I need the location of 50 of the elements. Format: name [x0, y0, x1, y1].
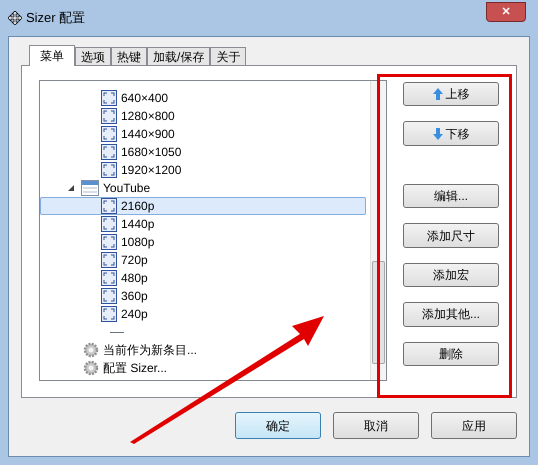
- gear-icon: [83, 342, 99, 358]
- gear-icon: [83, 360, 99, 376]
- window-frame-icon: [101, 90, 117, 106]
- window-frame-icon: [101, 144, 117, 160]
- tree-item[interactable]: 1440×900: [40, 125, 366, 143]
- move-cursor-icon: [8, 11, 22, 25]
- dialog-button[interactable]: 应用: [431, 412, 517, 439]
- window-frame-icon: [101, 306, 117, 322]
- tab[interactable]: 热键: [111, 47, 147, 65]
- tab[interactable]: 关于: [210, 47, 246, 65]
- window-frame-icon: [101, 216, 117, 232]
- window-frame-icon: [101, 234, 117, 250]
- tree-item[interactable]: 当前作为新条目...: [40, 341, 366, 359]
- tree-item[interactable]: 1080p: [40, 233, 366, 251]
- tab[interactable]: 选项: [75, 47, 111, 65]
- dialog-button[interactable]: 确定: [235, 412, 321, 439]
- window-frame-icon: [101, 288, 117, 304]
- tree-item[interactable]: 1680×1050: [40, 143, 366, 161]
- tree-item[interactable]: 1920×1200: [40, 161, 366, 179]
- tree-item[interactable]: 2160p: [40, 197, 366, 215]
- window-frame-icon: [101, 162, 117, 178]
- tree-item[interactable]: 1440p: [40, 215, 366, 233]
- tree-item[interactable]: 240p: [40, 305, 366, 323]
- window-title: Sizer 配置: [26, 9, 86, 28]
- window-frame-icon: [101, 198, 117, 214]
- up-arrow-icon: [432, 88, 442, 100]
- tree-item[interactable]: 配置 Sizer...: [40, 359, 366, 377]
- action-button[interactable]: 添加尺寸: [403, 223, 499, 248]
- window-frame-icon: [101, 270, 117, 286]
- tree-item[interactable]: YouTube: [80, 179, 366, 197]
- window-frame-icon: [101, 108, 117, 124]
- tree-item[interactable]: 720p: [40, 251, 366, 269]
- list-icon: [81, 180, 99, 196]
- tab[interactable]: 菜单: [29, 45, 75, 66]
- move-up-button[interactable]: 上移: [403, 82, 499, 106]
- tree-item[interactable]: 1280×800: [40, 107, 366, 125]
- tree-item[interactable]: 640×400: [40, 89, 366, 107]
- dialog-button[interactable]: 取消: [333, 412, 419, 439]
- tree-item[interactable]: 480p: [40, 269, 366, 287]
- action-button[interactable]: 添加其他...: [403, 302, 499, 327]
- close-button[interactable]: ✕: [486, 2, 526, 22]
- window-frame-icon: [101, 252, 117, 268]
- action-button[interactable]: 删除: [403, 342, 499, 366]
- action-button[interactable]: 添加宏: [403, 262, 499, 288]
- down-arrow-icon: [432, 128, 442, 140]
- window-frame-icon: [101, 126, 117, 142]
- tab[interactable]: 加载/保存: [147, 47, 210, 65]
- tree-item[interactable]: 360p: [40, 287, 366, 305]
- move-down-button[interactable]: 下移: [403, 121, 499, 146]
- action-button[interactable]: 编辑...: [403, 184, 499, 208]
